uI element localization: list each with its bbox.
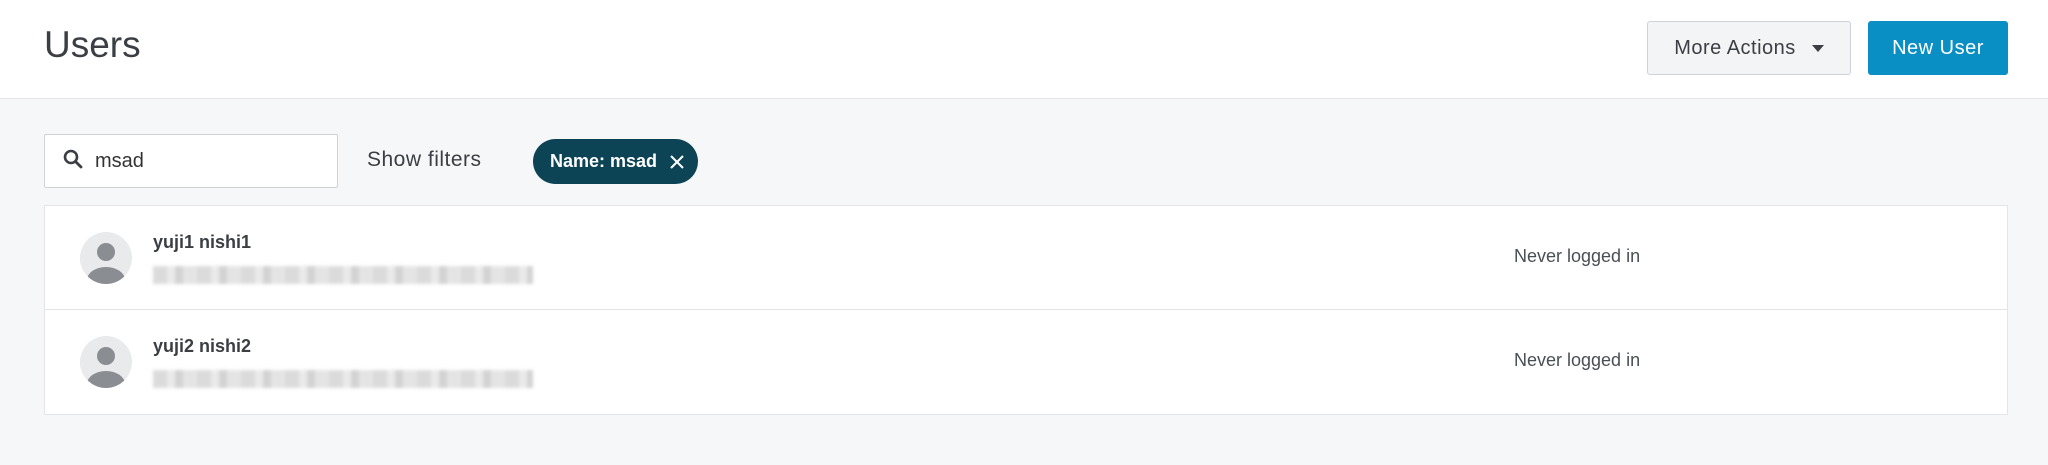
user-row[interactable]: yuji1 nishi1 Never logged in: [45, 206, 2007, 310]
page-title: Users: [44, 24, 141, 65]
more-actions-label: More Actions: [1674, 36, 1796, 59]
login-status: Never logged in: [1514, 350, 1641, 370]
redacted-email: [153, 370, 533, 388]
user-list: yuji1 nishi1 Never logged in yuji2 nishi…: [44, 205, 2008, 415]
user-name: yuji2 nishi2: [153, 336, 252, 356]
search-icon: [63, 149, 83, 174]
caret-down-icon: [1811, 44, 1824, 52]
name-filter-chip: Name: msad: [533, 139, 698, 184]
close-icon[interactable]: [669, 154, 685, 170]
search-box[interactable]: [44, 134, 338, 188]
more-actions-button[interactable]: More Actions: [1647, 21, 1851, 75]
new-user-label: New User: [1892, 36, 1984, 59]
show-filters-link[interactable]: Show filters: [367, 148, 482, 172]
avatar-icon: [80, 336, 132, 388]
new-user-button[interactable]: New User: [1868, 21, 2008, 75]
avatar-icon: [80, 232, 132, 284]
login-status: Never logged in: [1514, 246, 1641, 266]
redacted-email: [153, 266, 533, 284]
filter-chip-label: Name: msad: [550, 151, 658, 171]
user-name: yuji1 nishi1: [153, 232, 252, 252]
user-row[interactable]: yuji2 nishi2 Never logged in: [45, 310, 2007, 414]
search-input[interactable]: [95, 149, 315, 173]
page-header: Users More Actions New User: [0, 0, 2048, 99]
